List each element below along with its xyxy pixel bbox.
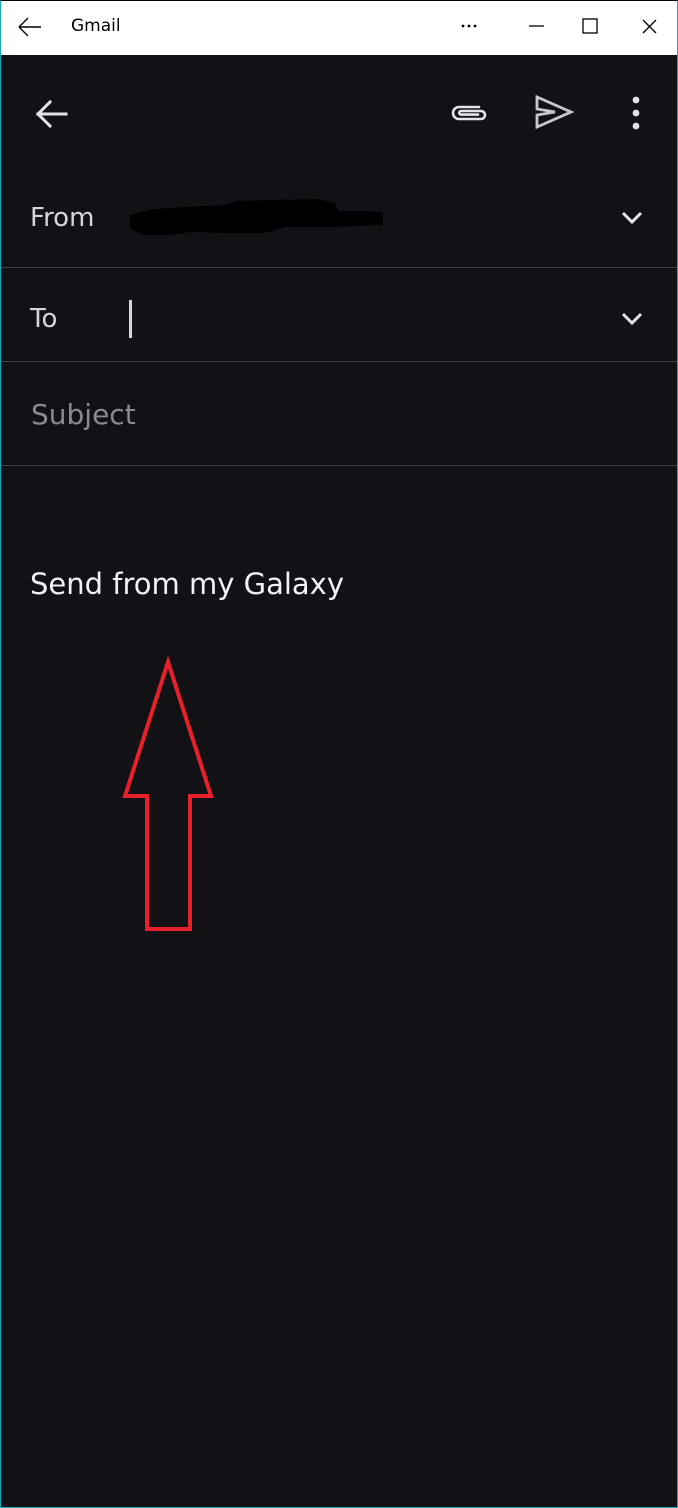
more-vert-icon — [632, 96, 640, 130]
from-expand-button[interactable] — [613, 203, 651, 233]
annotation-arrow — [122, 655, 214, 931]
back-button[interactable] — [29, 93, 71, 135]
chevron-down-icon — [621, 211, 643, 225]
titlebar-more-button[interactable] — [444, 1, 494, 53]
to-expand-button[interactable] — [613, 304, 651, 334]
compose-toolbar — [1, 55, 677, 167]
minimize-icon — [529, 25, 544, 27]
ellipsis-icon — [461, 24, 477, 28]
app-window: Gmail From To Subject Send from my Galax… — [0, 0, 678, 1508]
title-bar: Gmail — [1, 1, 677, 55]
from-label: From — [30, 203, 95, 233]
redacted-sender-address — [129, 199, 383, 235]
close-icon — [642, 19, 657, 34]
paperclip-icon — [451, 105, 487, 121]
chevron-down-icon — [621, 312, 643, 326]
to-label: To — [30, 304, 58, 334]
to-field-row: To — [1, 268, 677, 362]
maximize-icon — [582, 18, 598, 34]
arrow-back-icon — [35, 99, 68, 129]
attach-button[interactable] — [447, 95, 491, 131]
to-input[interactable] — [125, 292, 599, 342]
text-cursor — [129, 300, 132, 338]
send-icon — [535, 94, 575, 130]
subject-input[interactable] — [29, 390, 653, 438]
minimize-button[interactable] — [511, 1, 561, 53]
titlebar-back-button[interactable] — [15, 13, 45, 41]
arrow-left-icon — [18, 17, 41, 37]
red-up-arrow-icon — [122, 655, 214, 931]
more-options-button[interactable] — [621, 91, 651, 135]
close-button[interactable] — [623, 1, 673, 53]
from-field-row: From — [1, 167, 677, 268]
subject-field-row — [1, 362, 677, 466]
body-signature-text: Send from my Galaxy — [30, 567, 344, 601]
maximize-button[interactable] — [564, 1, 614, 53]
send-button[interactable] — [531, 91, 575, 133]
window-title: Gmail — [71, 16, 121, 36]
message-body[interactable]: Send from my Galaxy — [1, 466, 677, 1506]
